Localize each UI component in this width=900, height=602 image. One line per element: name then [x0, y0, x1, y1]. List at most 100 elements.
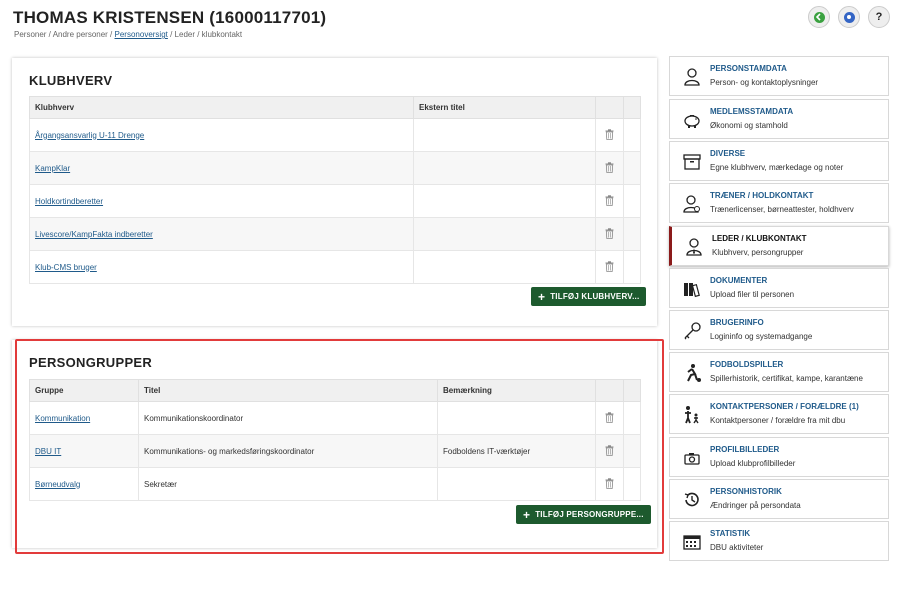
page-title: THOMAS KRISTENSEN (16000117701) — [13, 8, 327, 27]
cell-gruppe: DBU IT — [29, 434, 139, 468]
sidebar-item-subtitle: Økonomi og stamhold — [710, 121, 788, 130]
cell-actions — [595, 401, 624, 435]
gruppe-link[interactable]: DBU IT — [35, 447, 61, 456]
sidebar-item-kontaktpersoner-forældre-1[interactable]: KONTAKTPERSONER / FORÆLDRE (1) Kontaktper… — [669, 394, 889, 434]
sidebar-item-personstamdata[interactable]: PERSONSTAMDATA Person- og kontaktoplysnin… — [669, 56, 889, 96]
sidebar-item-subtitle: Ændringer på persondata — [710, 501, 801, 510]
cell-blank — [623, 184, 641, 218]
cell-ekstern-titel — [413, 184, 596, 218]
cell-actions — [595, 467, 624, 501]
sidebar-item-title: DOKUMENTER — [710, 276, 768, 285]
cell-actions — [595, 118, 624, 152]
back-arrow-icon — [813, 11, 825, 23]
sidebar-item-title: LEDER / KLUBKONTAKT — [712, 234, 807, 243]
sidebar-item-subtitle: Person- og kontaktoplysninger — [710, 78, 819, 87]
trash-icon[interactable] — [605, 260, 614, 274]
trash-icon[interactable] — [605, 161, 614, 175]
cell-bemaerkning: Fodboldens IT-værktøjer — [437, 434, 596, 468]
help-button[interactable]: ? — [868, 6, 890, 28]
table-row: DBU IT Kommunikations- og markedsføringsk… — [29, 434, 641, 468]
top-buttons: ? — [808, 6, 890, 28]
klubhverv-link[interactable]: Årgangsansvarlig U-11 Drenge — [35, 131, 144, 140]
klubhverv-link[interactable]: KampKlar — [35, 164, 70, 173]
sidebar-item-brugerinfo[interactable]: BRUGERINFO Logininfo og systemadgange — [669, 310, 889, 350]
trash-icon[interactable] — [605, 444, 614, 458]
klubhverv-link[interactable]: Klub-CMS bruger — [35, 263, 97, 272]
cell-actions — [595, 250, 624, 284]
cell-gruppe: Børneudvalg — [29, 467, 139, 501]
plus-icon: + — [523, 507, 531, 522]
cell-titel: Kommunikationskoordinator — [138, 401, 438, 435]
klubhverv-link[interactable]: Livescore/KampFakta indberetter — [35, 230, 153, 239]
sidebar-item-dokumenter[interactable]: DOKUMENTER Upload filer til personen — [669, 268, 889, 308]
sidebar-item-træner-holdkontakt[interactable]: TRÆNER / HOLDKONTAKT Trænerlicenser, børn… — [669, 183, 889, 223]
sidebar-item-title: PERSONSTAMDATA — [710, 64, 787, 73]
sidebar-item-title: MEDLEMSSTAMDATA — [710, 107, 794, 116]
add-persongruppe-button[interactable]: + TILFØJ PERSONGRUPPE... — [516, 505, 651, 524]
column-header-actions — [595, 96, 624, 119]
back-button[interactable] — [808, 6, 830, 28]
persongrupper-table: Gruppe Titel Bemærkning Kommunikation Kom… — [29, 379, 641, 501]
table-row: Holdkortindberetter — [29, 184, 641, 218]
gruppe-link[interactable]: Kommunikation — [35, 414, 90, 423]
sidebar-item-medlemsstamdata[interactable]: MEDLEMSSTAMDATA Økonomi og stamhold — [669, 99, 889, 139]
trash-icon[interactable] — [605, 411, 614, 425]
cell-actions — [595, 151, 624, 185]
sidebar-item-subtitle: Logininfo og systemadgange — [710, 332, 813, 341]
sidebar-item-fodboldspiller[interactable]: FODBOLDSPILLER Spillerhistorik, certifika… — [669, 352, 889, 392]
cell-klubhverv: Klub-CMS bruger — [29, 250, 414, 284]
archive-box-icon — [682, 152, 702, 172]
info-button[interactable] — [838, 6, 860, 28]
table-row: Børneudvalg Sekretær — [29, 467, 641, 501]
breadcrumb-link-personoversigt[interactable]: Personoversigt — [115, 30, 168, 39]
column-header-klubhverv: Klubhverv — [29, 96, 414, 119]
trash-icon[interactable] — [605, 477, 614, 491]
persongrupper-panel: PERSONGRUPPER Gruppe Titel Bemærkning Ko… — [12, 340, 657, 548]
cell-klubhverv: KampKlar — [29, 151, 414, 185]
cell-titel: Kommunikations- og markedsføringskoordin… — [138, 434, 438, 468]
sidebar-item-leder-klubkontakt[interactable]: LEDER / KLUBKONTAKT Klubhverv, persongrup… — [669, 226, 889, 266]
history-icon — [682, 490, 702, 510]
table-header-row: Gruppe Titel Bemærkning — [29, 379, 641, 402]
sidebar-item-subtitle: Upload filer til personen — [710, 290, 795, 299]
parent-child-icon — [682, 405, 702, 425]
trash-icon[interactable] — [605, 227, 614, 241]
cell-bemaerkning — [437, 401, 596, 435]
breadcrumb-prefix: Personer / Andre personer / — [14, 30, 113, 39]
sidebar-item-statistik[interactable]: STATISTIK DBU aktiviteter — [669, 521, 889, 561]
klubhverv-link[interactable]: Holdkortindberetter — [35, 197, 103, 206]
sidebar-item-title: PROFILBILLEDER — [710, 445, 780, 454]
info-icon — [843, 11, 855, 23]
table-row: Kommunikation Kommunikationskoordinator — [29, 401, 641, 435]
cell-ekstern-titel — [413, 217, 596, 251]
sidebar-item-profilbilleder[interactable]: PROFILBILLEDER Upload klubprofilbilleder — [669, 437, 889, 477]
key-icon — [682, 321, 702, 341]
add-klubhverv-button[interactable]: + TILFØJ KLUBHVERV... — [531, 287, 647, 306]
cell-ekstern-titel — [413, 118, 596, 152]
trash-icon[interactable] — [605, 194, 614, 208]
cell-blank — [623, 217, 641, 251]
cell-blank — [623, 467, 641, 501]
sidebar-item-subtitle: Egne klubhverv, mærkedage og noter — [710, 163, 844, 172]
cell-klubhverv: Årgangsansvarlig U-11 Drenge — [29, 118, 414, 152]
table-row: Livescore/KampFakta indberetter — [29, 217, 641, 251]
cell-actions — [595, 217, 624, 251]
sidebar-item-title: TRÆNER / HOLDKONTAKT — [710, 191, 814, 200]
klubhverv-table: Klubhverv Ekstern titel Årgangsansvarlig… — [29, 96, 641, 284]
cell-actions — [595, 434, 624, 468]
cell-klubhverv: Holdkortindberetter — [29, 184, 414, 218]
cell-ekstern-titel — [413, 250, 596, 284]
trash-icon[interactable] — [605, 128, 614, 142]
sidebar-item-diverse[interactable]: DIVERSE Egne klubhverv, mærkedage og note… — [669, 141, 889, 181]
gruppe-link[interactable]: Børneudvalg — [35, 480, 80, 489]
cell-actions — [595, 184, 624, 218]
sidebar-item-title: KONTAKTPERSONER / FORÆLDRE (1) — [710, 402, 859, 411]
sidebar-item-title: DIVERSE — [710, 149, 746, 158]
page: THOMAS KRISTENSEN (16000117701) Personer… — [0, 0, 900, 602]
cell-klubhverv: Livescore/KampFakta indberetter — [29, 217, 414, 251]
football-player-icon — [682, 363, 702, 383]
table-row: Klub-CMS bruger — [29, 250, 641, 284]
person-icon — [682, 67, 702, 87]
sidebar-item-personhistorik[interactable]: PERSONHISTORIK Ændringer på persondata — [669, 479, 889, 519]
cell-blank — [623, 434, 641, 468]
